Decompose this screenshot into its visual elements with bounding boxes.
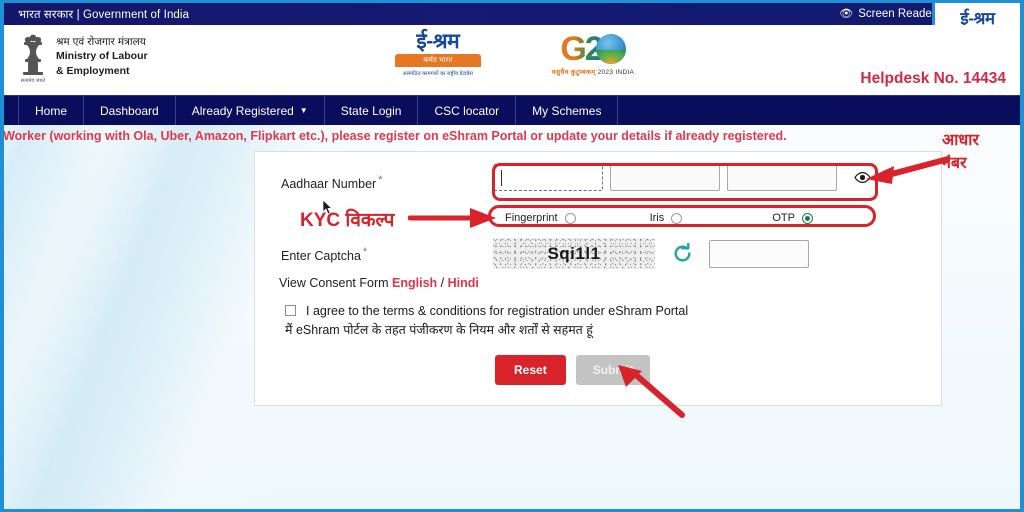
radio-iris[interactable] (671, 212, 683, 224)
captcha-label-text: Enter Captcha (281, 249, 361, 264)
nav-item-my-schemes[interactable]: My Schemes (516, 96, 619, 125)
nav-item-state-login-label: State Login (340, 103, 402, 118)
nav-item-home[interactable]: Home (18, 96, 85, 125)
g20-logo-subtitle: वसुधैव कुटुम्बकम् 2023 INDIA (552, 67, 634, 76)
terms-text: I agree to the terms & conditions for re… (285, 302, 689, 340)
g20-globe-icon (595, 33, 626, 64)
captcha-row: Enter Captcha * (281, 246, 367, 263)
terms-agreement: I agree to the terms & conditions for re… (285, 302, 688, 340)
nav-item-already-registered-label: Already Registered (191, 103, 294, 118)
terms-text-hindi: मैं eShram पोर्टल के तहत पंजीकरण के नियम… (285, 322, 593, 337)
consent-separator: / (437, 276, 448, 290)
terms-checkbox[interactable] (285, 305, 296, 316)
announcement-marquee: orm Worker (working with Ola, Uber, Amaz… (4, 125, 1020, 147)
announcement-marquee-text: orm Worker (working with Ola, Uber, Amaz… (4, 129, 787, 143)
reset-button[interactable]: Reset (495, 355, 566, 385)
nav-item-dashboard-label: Dashboard (100, 103, 159, 118)
captcha-group: Sqi1l1 (493, 238, 809, 269)
nav-filler (618, 96, 1020, 125)
kyc-option-fingerprint[interactable]: Fingerprint (505, 212, 576, 224)
registration-form-card: Aadhaar Number * Fingerprint Iris OTP En… (254, 151, 942, 406)
captcha-input[interactable] (709, 239, 809, 268)
main-navigation: Home Dashboard Already Registered ▼ Stat… (4, 95, 1020, 125)
form-actions: Reset Submit (495, 355, 651, 385)
kyc-option-iris-label: Iris (649, 212, 665, 224)
page-root: भारत सरकार | Government of India 👁 Scree… (4, 3, 1020, 509)
g20-logo: G2 वसुधैव कुटुम्बकम् 2023 INDIA (552, 32, 634, 76)
aadhaar-row: Aadhaar Number * (281, 174, 382, 191)
eshram-logo-bar: कर्मठ भारत (394, 54, 481, 68)
nav-item-state-login[interactable]: State Login (325, 96, 419, 125)
nav-item-home-label: Home (35, 103, 68, 118)
eye-visibility-icon[interactable] (853, 169, 871, 187)
radio-otp[interactable] (802, 212, 813, 224)
consent-form-line: View Consent Form English / Hindi (279, 276, 479, 290)
captcha-image: Sqi1l1 (493, 238, 655, 269)
nav-item-csc-locator[interactable]: CSC locator (418, 96, 517, 125)
aadhaar-label-text: Aadhaar Number (281, 177, 377, 192)
required-asterisk: * (378, 174, 383, 186)
submit-button[interactable]: Submit (575, 355, 651, 385)
aadhaar-input-group (493, 164, 871, 191)
nav-item-csc-locator-label: CSC locator (434, 103, 500, 118)
aadhaar-label: Aadhaar Number * (281, 174, 382, 191)
site-header: सत्यमेव जयते श्रम एवं रोजगार मंत्रालय Mi… (4, 25, 1020, 95)
aadhaar-input-3[interactable] (727, 164, 837, 191)
eshram-logo[interactable]: ई-श्रम कर्मठ भारत असंगठित कामगारों का रा… (390, 30, 486, 77)
refresh-captcha-icon[interactable] (671, 243, 693, 265)
nav-item-already-registered[interactable]: Already Registered ▼ (176, 96, 325, 125)
g20-logo-row: G2 (560, 32, 626, 66)
annotation-aadhaar-line2: नंबर (942, 155, 967, 173)
required-asterisk: * (362, 246, 368, 258)
consent-prefix-label: View Consent Form (279, 276, 393, 290)
consent-hindi-link[interactable]: Hindi (448, 276, 479, 290)
kyc-option-iris[interactable]: Iris (650, 212, 683, 224)
g20-subtitle-year: 2023 INDIA (597, 68, 635, 76)
kyc-option-fingerprint-label: Fingerprint (505, 212, 558, 224)
kyc-options-row: Fingerprint Iris OTP (493, 208, 877, 228)
mouse-cursor (322, 199, 333, 215)
terms-text-english: I agree to the terms & conditions for re… (306, 304, 689, 318)
kyc-option-otp-label: OTP (772, 212, 795, 224)
eye-icon: 👁 (839, 7, 854, 20)
radio-fingerprint[interactable] (564, 212, 576, 224)
svg-text:सत्यमेव जयते: सत्यमेव जयते (21, 77, 46, 84)
captcha-label: Enter Captcha * (281, 246, 367, 263)
g20-subtitle-hindi: वसुधैव कुटुम्बकम् (551, 68, 596, 76)
government-of-india-label: भारत सरकार | Government of India (18, 8, 190, 21)
nav-item-my-schemes-label: My Schemes (532, 103, 602, 118)
consent-english-link[interactable]: English (392, 276, 437, 290)
eshram-logo-main: ई-श्रम (416, 30, 460, 53)
eshram-logo-sub: असंगठित कामगारों का राष्ट्रीय डेटाबेस (402, 70, 474, 77)
kyc-option-otp[interactable]: OTP (772, 212, 813, 224)
nav-item-dashboard[interactable]: Dashboard (84, 96, 176, 125)
chevron-down-icon: ▼ (299, 106, 308, 115)
top-utility-bar: भारत सरकार | Government of India 👁 Scree… (4, 3, 1020, 25)
helpdesk-number: Helpdesk No. 14434 (860, 70, 1006, 87)
aadhaar-input-1[interactable] (493, 164, 603, 191)
aadhaar-input-2[interactable] (610, 164, 720, 191)
